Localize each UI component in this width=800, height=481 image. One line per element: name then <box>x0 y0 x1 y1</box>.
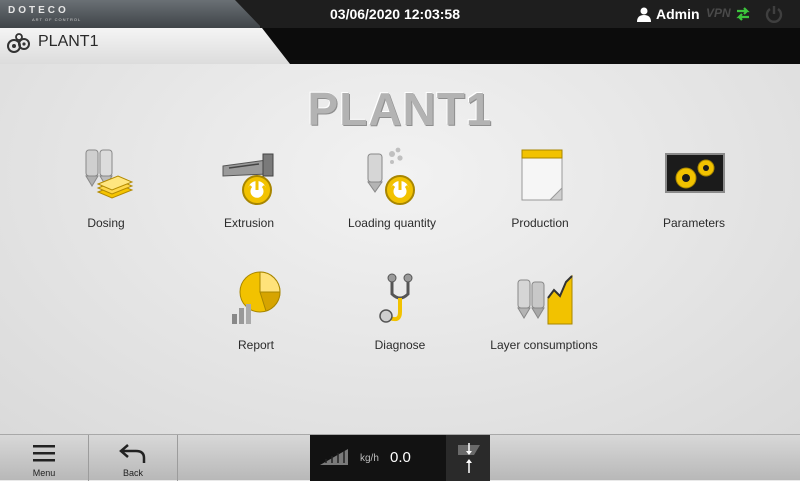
extrusion-icon <box>222 153 274 205</box>
back-label: Back <box>122 468 143 478</box>
logo: DOTECO ART OF CONTROL <box>0 0 260 28</box>
loading-quantity-icon <box>367 147 415 205</box>
page-title: PLANT1 <box>307 83 493 135</box>
diagnose-icon <box>379 273 413 323</box>
tile-layer-consumptions[interactable]: Layer consumptions <box>474 268 614 368</box>
tile-label: Layer consumptions <box>490 338 598 352</box>
datetime: 03/06/2020 12:03:58 <box>330 6 460 22</box>
sub-header: PLANT1 <box>0 28 800 64</box>
logo-text: DOTECO <box>8 5 69 16</box>
flow-value: 0.0 <box>390 449 411 466</box>
sub-header-dark <box>262 28 800 64</box>
bottom-bar: Menu Back kg/h 0.0 <box>0 434 800 481</box>
tile-label: Report <box>237 338 275 352</box>
vpn-indicator: VPN <box>706 6 731 20</box>
parameters-icon <box>665 153 725 193</box>
tile-label: Loading quantity <box>347 216 437 230</box>
report-icon <box>232 271 281 324</box>
tile-extrusion[interactable]: Extrusion <box>179 146 319 246</box>
flow-panel: kg/h 0.0 <box>310 435 490 481</box>
sync-icon <box>736 7 750 21</box>
power-icon[interactable] <box>764 4 784 24</box>
menu-label: Menu <box>32 468 56 478</box>
menu-button[interactable]: Menu <box>0 435 89 481</box>
back-arrow-icon <box>119 444 146 463</box>
tile-label: Production <box>511 216 569 230</box>
back-button[interactable]: Back <box>89 435 178 481</box>
layer-consumptions-icon <box>517 274 573 325</box>
dosing-icon <box>85 149 134 199</box>
top-bar: DOTECO ART OF CONTROL 03/06/2020 12:03:5… <box>0 0 800 28</box>
plant-name: PLANT1 <box>38 33 99 50</box>
tile-parameters[interactable]: Parameters <box>624 146 764 246</box>
tile-label: Dosing <box>87 216 125 230</box>
user-icon[interactable] <box>636 6 652 22</box>
tile-production[interactable]: Production <box>470 146 610 246</box>
tile-label: Diagnose <box>374 338 426 352</box>
user-name[interactable]: Admin <box>656 6 700 22</box>
plant-breadcrumb[interactable]: PLANT1 <box>0 28 290 64</box>
up-down-arrows-icon <box>458 443 480 473</box>
tile-label: Parameters <box>662 216 726 230</box>
production-icon <box>521 149 563 201</box>
plant-icon <box>7 33 30 53</box>
logo-tagline: ART OF CONTROL <box>32 17 82 22</box>
flow-rate-icon <box>320 449 348 465</box>
main-panel: PLANT1 Dosing Extrusion Loading quantity… <box>0 64 800 434</box>
tile-label: Extrusion <box>223 216 275 230</box>
tile-diagnose[interactable]: Diagnose <box>330 268 470 368</box>
flow-unit: kg/h <box>360 453 379 464</box>
menu-icon <box>33 445 55 462</box>
tile-loading-quantity[interactable]: Loading quantity <box>322 146 462 246</box>
tile-report[interactable]: Report <box>186 268 326 368</box>
tile-dosing[interactable]: Dosing <box>36 146 176 246</box>
